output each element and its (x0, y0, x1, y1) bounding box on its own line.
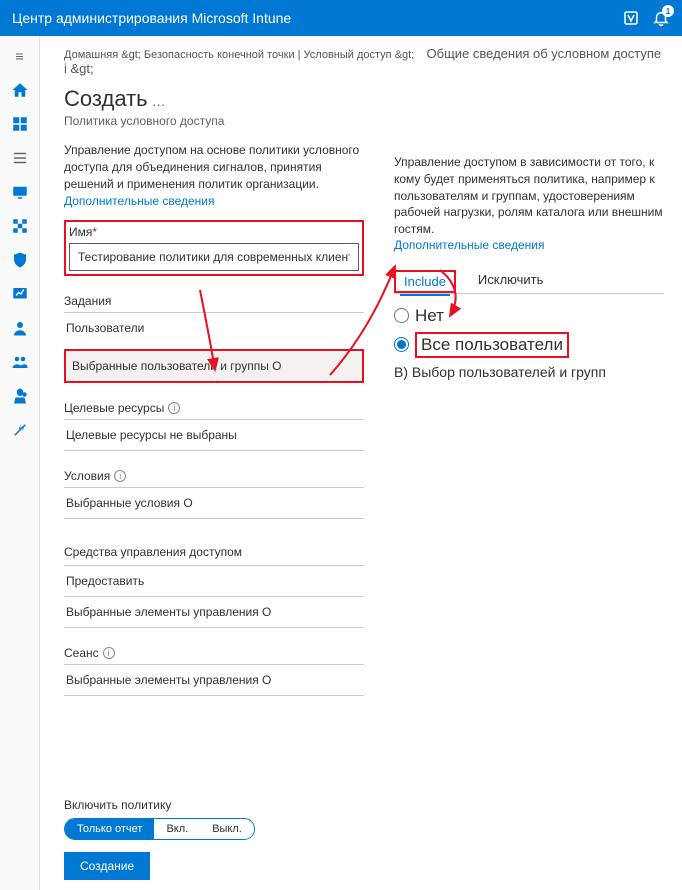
radio-none[interactable]: Нет (394, 306, 664, 326)
sidebar-apps-icon[interactable] (8, 214, 32, 238)
more-menu-icon[interactable]: … (152, 93, 166, 109)
sidebar-dashboard-icon[interactable] (8, 112, 32, 136)
right-description: Управление доступом в зависимости от тог… (394, 154, 664, 238)
grant-value[interactable]: Выбранные элементы управления O (64, 596, 364, 628)
users-value[interactable]: Выбранные пользователи и группы O (66, 351, 362, 381)
right-more-link[interactable]: Дополнительные сведения (394, 238, 664, 252)
app-title: Центр администрирования Microsoft Intune (12, 10, 622, 26)
grant-header[interactable]: Предоставить (64, 565, 364, 596)
header-actions: 1 (622, 9, 670, 27)
name-label: Имя* (69, 225, 359, 239)
hamburger-icon[interactable]: ≡ (11, 44, 27, 68)
page-title: Создать (64, 86, 148, 112)
targets-value[interactable]: Целевые ресурсы не выбраны (64, 419, 364, 451)
name-input[interactable] (69, 243, 359, 271)
main-content: Домашняя &gt; Безопасность конечной точк… (40, 36, 682, 890)
sidebar-groups-icon[interactable] (8, 350, 32, 374)
info-icon: i (114, 470, 126, 482)
enable-policy-label: Включить политику (64, 798, 664, 812)
bell-icon[interactable]: 1 (652, 9, 670, 27)
sidebar-devices-icon[interactable] (8, 180, 32, 204)
sidebar-tenant-icon[interactable] (8, 384, 32, 408)
tab-include[interactable]: Include (400, 268, 450, 296)
radio-select-users[interactable]: B) Выбор пользователей и групп (394, 364, 664, 380)
radio-all-users[interactable]: Все пользователи (394, 332, 664, 358)
access-controls-header: Средства управления доступом (64, 545, 364, 559)
breadcrumb-home[interactable]: Домашняя &gt; (64, 49, 141, 61)
conditions-header[interactable]: Условияi (64, 469, 364, 483)
conditions-value[interactable]: Выбранные условия O (64, 487, 364, 519)
users-header[interactable]: Пользователи (64, 312, 364, 343)
sidebar-reports-icon[interactable] (8, 282, 32, 306)
info-icon: i (103, 647, 115, 659)
sidebar-list-icon[interactable] (8, 146, 32, 170)
assignments-header: Задания (64, 294, 364, 308)
enable-toggle: Только отчет Вкл. Выкл. (64, 818, 255, 840)
toggle-report-only[interactable]: Только отчет (65, 819, 154, 839)
sidebar-home-icon[interactable] (8, 78, 32, 102)
targets-header[interactable]: Целевые ресурсыi (64, 401, 364, 415)
left-more-link[interactable]: Дополнительные сведения (64, 194, 364, 208)
info-icon: i (168, 402, 180, 414)
sidebar: ≡ (0, 36, 40, 890)
toggle-off[interactable]: Выкл. (200, 819, 254, 839)
page-subtitle: Политика условного доступа (64, 114, 364, 128)
sidebar-shield-icon[interactable] (8, 248, 32, 272)
create-button[interactable]: Создание (64, 852, 150, 880)
right-column: Управление доступом в зависимости от тог… (394, 86, 664, 778)
app-header: Центр администрирования Microsoft Intune… (0, 0, 682, 36)
sidebar-troubleshoot-icon[interactable] (8, 418, 32, 442)
breadcrumb-path1[interactable]: Безопасность конечной точки | Условный д… (144, 49, 414, 61)
tab-exclude[interactable]: Исключить (474, 266, 548, 293)
toggle-on[interactable]: Вкл. (154, 819, 200, 839)
footer: Включить политику Только отчет Вкл. Выкл… (64, 778, 664, 880)
left-column: Создать … Политика условного доступа Упр… (64, 86, 364, 778)
notification-badge: 1 (662, 5, 674, 17)
include-exclude-tabs: Include Исключить (394, 266, 664, 294)
copilot-icon[interactable] (622, 9, 640, 27)
session-value[interactable]: Выбранные элементы управления O (64, 664, 364, 696)
user-scope-radios: Нет Все пользователи B) Выбор пользовате… (394, 306, 664, 380)
left-description: Управление доступом на основе политики у… (64, 142, 364, 192)
session-header[interactable]: Сеансi (64, 646, 364, 660)
sidebar-user-icon[interactable] (8, 316, 32, 340)
breadcrumb: Домашняя &gt; Безопасность конечной точк… (64, 46, 664, 76)
